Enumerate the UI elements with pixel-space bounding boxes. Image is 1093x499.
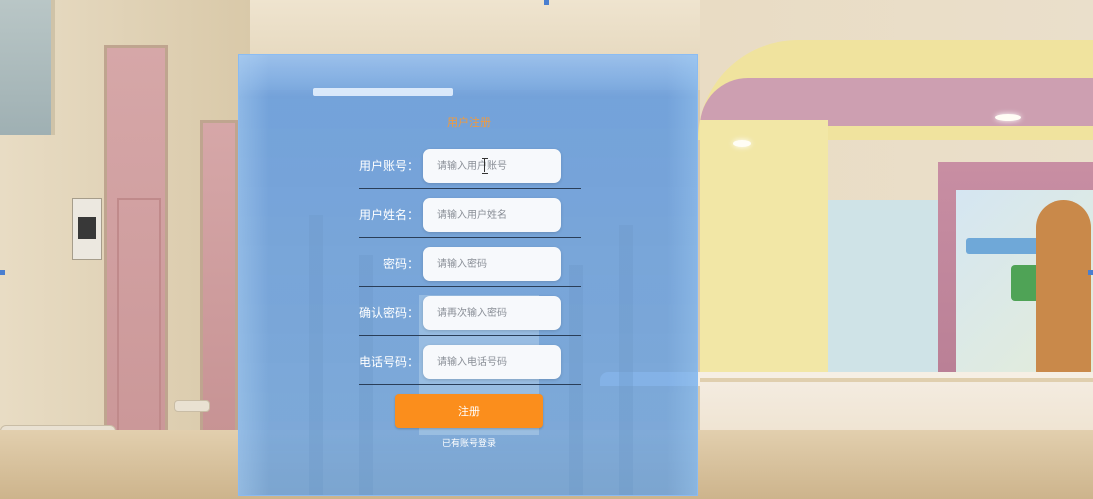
register-button[interactable]: 注册: [395, 394, 543, 428]
window: [0, 0, 55, 135]
account-input[interactable]: [423, 149, 561, 183]
nursery-sign: [956, 190, 1093, 385]
form-row-account: 用户账号：: [359, 144, 581, 189]
ceiling-light: [995, 114, 1021, 121]
handrail-far: [174, 400, 210, 412]
name-label: 用户姓名：: [359, 207, 420, 222]
phone-input[interactable]: [423, 345, 561, 379]
blue-wall: [828, 200, 938, 390]
confirm-password-label: 确认密码：: [359, 305, 420, 320]
password-input[interactable]: [423, 247, 561, 281]
form-title: 用户注册: [447, 116, 491, 129]
kangaroo-mural: [1036, 200, 1091, 380]
intercom-panel: [72, 198, 102, 260]
ceiling-light: [733, 140, 751, 147]
reflection-light: [313, 88, 453, 96]
pink-band: [700, 78, 1093, 126]
resize-handle[interactable]: [1088, 270, 1093, 275]
form-row-name: 用户姓名：: [359, 193, 581, 238]
form-row-confirm-password: 确认密码：: [359, 291, 581, 336]
panel-bevel: [239, 55, 697, 97]
login-link[interactable]: 已有账号登录: [239, 436, 697, 449]
resize-handle[interactable]: [0, 270, 5, 275]
confirm-password-input[interactable]: [423, 296, 561, 330]
register-panel: 用户注册 用户账号： 用户姓名： 密码： 确认密码： 电话号码： 注册 已有账号…: [238, 54, 698, 496]
name-input[interactable]: [423, 198, 561, 232]
resize-handle[interactable]: [544, 0, 549, 5]
yellow-column: [700, 120, 828, 390]
account-label: 用户账号：: [359, 158, 420, 173]
password-label: 密码：: [382, 256, 419, 271]
form-row-phone: 电话号码：: [359, 340, 581, 385]
text-cursor-icon: [482, 158, 488, 174]
form-row-password: 密码：: [359, 242, 581, 287]
phone-label: 电话号码：: [359, 354, 420, 369]
